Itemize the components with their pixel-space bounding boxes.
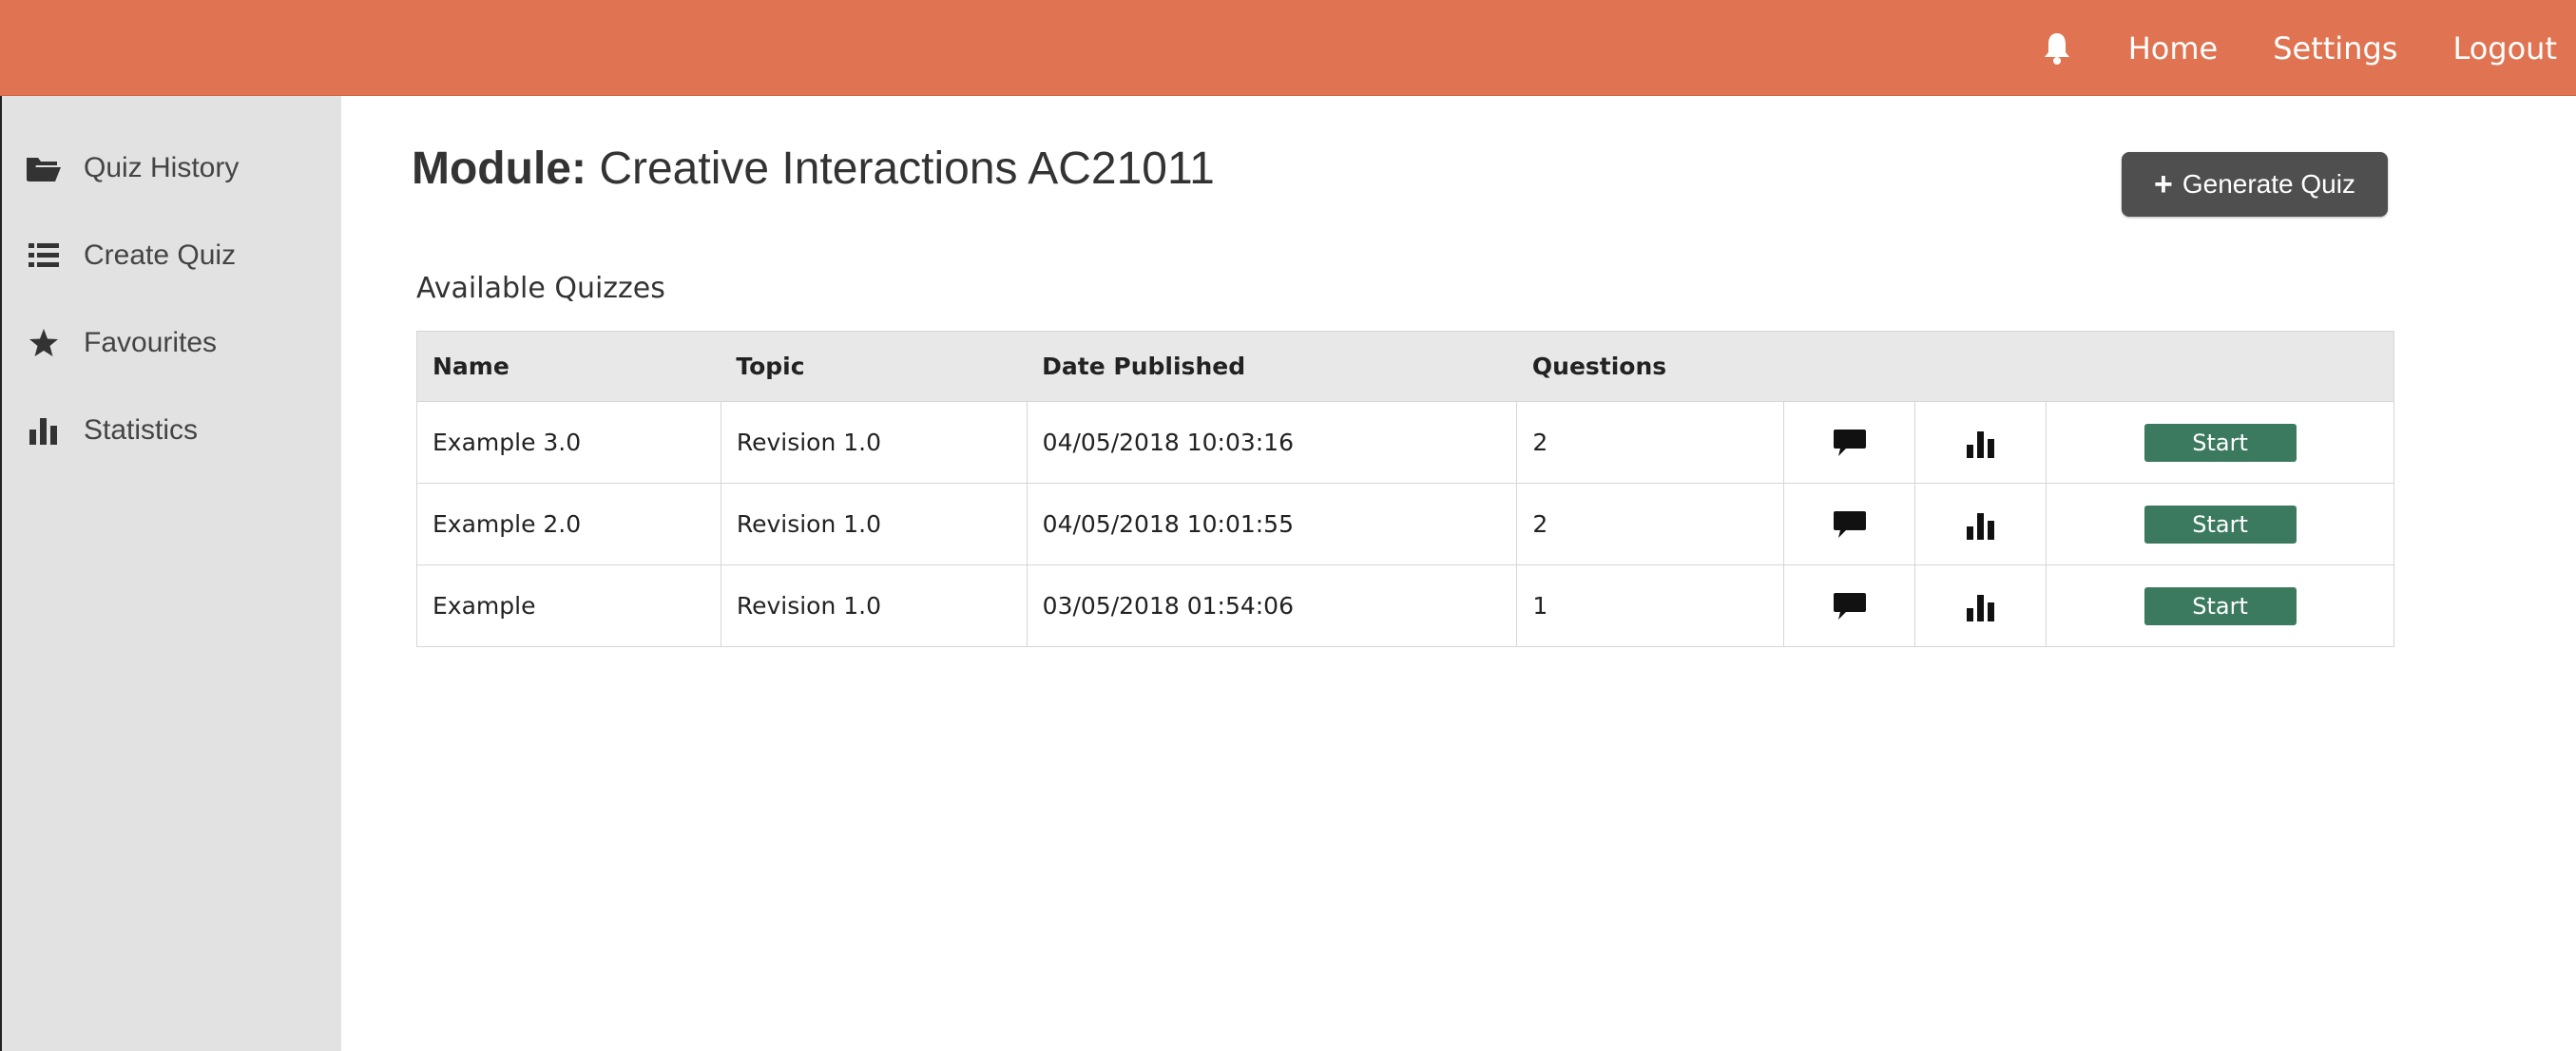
cell-stats: [1914, 483, 2047, 565]
cell-date: 04/05/2018 10:03:16: [1026, 401, 1518, 484]
cell-name: Example 3.0: [416, 401, 721, 484]
start-button[interactable]: Start: [2143, 423, 2297, 462]
cell-questions: 2: [1516, 401, 1785, 484]
sidebar-item-label: Create Quiz: [84, 239, 237, 271]
cell-topic: Revision 1.0: [720, 483, 1028, 565]
sidebar-item-quiz-history[interactable]: Quiz History: [2, 140, 343, 197]
column-header-blank: [1783, 331, 1915, 402]
sidebar-item-statistics[interactable]: Statistics: [2, 402, 343, 459]
cell-topic: Revision 1.0: [720, 401, 1028, 484]
bell-icon[interactable]: [2041, 29, 2073, 67]
quiz-table: Name Topic Date Published Questions Exam…: [416, 331, 2394, 647]
sidebar: Quiz History Create Quiz Favourites Stat…: [0, 96, 341, 1051]
cell-date: 03/05/2018 01:54:06: [1026, 564, 1518, 647]
column-header-date: Date Published: [1027, 331, 1517, 402]
top-navbar: Home Settings Logout: [0, 0, 2576, 96]
star-icon: [25, 328, 63, 358]
cell-name: Example 2.0: [416, 483, 721, 565]
column-header-blank: [1914, 331, 2047, 402]
comment-icon[interactable]: [1829, 585, 1871, 627]
start-button[interactable]: Start: [2143, 505, 2297, 544]
column-header-topic: Topic: [721, 331, 1028, 402]
cell-questions: 1: [1516, 564, 1785, 647]
cell-action: Start: [2046, 483, 2394, 565]
table-row: Example 3.0 Revision 1.0 04/05/2018 10:0…: [416, 401, 2394, 484]
list-icon: [25, 242, 63, 269]
sidebar-item-label: Favourites: [84, 327, 218, 358]
cell-action: Start: [2046, 401, 2394, 484]
cell-action: Start: [2046, 564, 2394, 647]
start-button[interactable]: Start: [2143, 586, 2297, 625]
column-header-blank: [2046, 331, 2394, 402]
comment-icon[interactable]: [1829, 504, 1871, 545]
cell-name: Example: [416, 564, 721, 647]
generate-quiz-label: Generate Quiz: [2182, 169, 2355, 199]
cell-comment: [1783, 401, 1916, 484]
sidebar-item-favourites[interactable]: Favourites: [2, 315, 343, 372]
page-title: Module: Creative Interactions AC21011: [412, 143, 1215, 195]
table-row: Example Revision 1.0 03/05/2018 01:54:06…: [416, 564, 2394, 647]
page-title-value: Creative Interactions AC21011: [599, 143, 1215, 194]
nav-home-link[interactable]: Home: [2128, 30, 2219, 67]
section-title: Available Quizzes: [416, 272, 665, 305]
bar-chart-icon: [25, 416, 63, 445]
bar-chart-icon[interactable]: [1960, 585, 2002, 627]
cell-comment: [1783, 483, 1916, 565]
generate-quiz-button[interactable]: + Generate Quiz: [2122, 152, 2388, 217]
bar-chart-icon[interactable]: [1960, 504, 2002, 545]
cell-stats: [1914, 401, 2047, 484]
cell-questions: 2: [1516, 483, 1785, 565]
folder-open-icon: [25, 154, 63, 182]
bar-chart-icon[interactable]: [1960, 422, 2002, 464]
table-row: Example 2.0 Revision 1.0 04/05/2018 10:0…: [416, 483, 2394, 565]
column-header-questions: Questions: [1516, 331, 1784, 402]
column-header-name: Name: [416, 331, 721, 402]
table-header-row: Name Topic Date Published Questions: [416, 331, 2394, 402]
sidebar-item-label: Quiz History: [84, 152, 240, 183]
top-nav: Home Settings Logout: [2041, 0, 2576, 96]
cell-topic: Revision 1.0: [720, 564, 1028, 647]
nav-settings-link[interactable]: Settings: [2273, 30, 2397, 67]
page-title-prefix: Module:: [412, 143, 586, 194]
sidebar-item-create-quiz[interactable]: Create Quiz: [2, 227, 343, 284]
cell-date: 04/05/2018 10:01:55: [1026, 483, 1518, 565]
comment-icon[interactable]: [1829, 422, 1871, 464]
cell-stats: [1914, 564, 2047, 647]
cell-comment: [1783, 564, 1916, 647]
sidebar-item-label: Statistics: [84, 414, 199, 446]
plus-icon: +: [2154, 166, 2173, 202]
nav-logout-link[interactable]: Logout: [2452, 30, 2557, 67]
